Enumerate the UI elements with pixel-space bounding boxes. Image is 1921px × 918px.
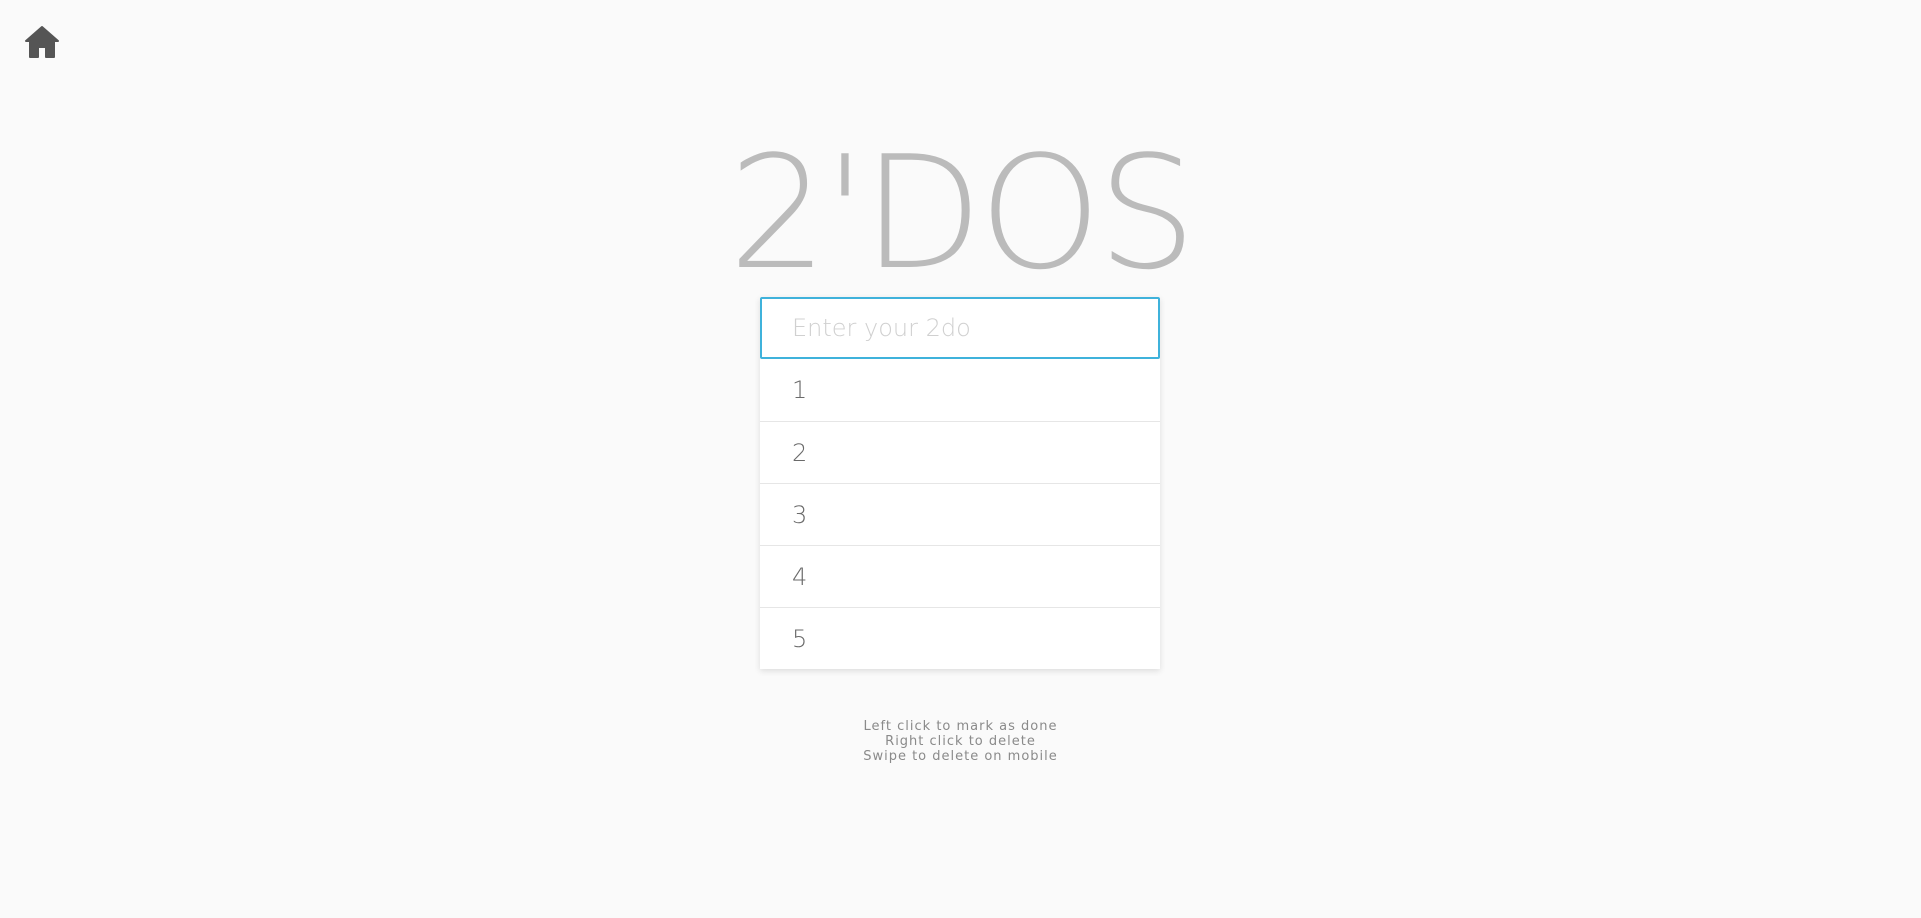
home-button[interactable]: [20, 22, 64, 62]
home-icon: [25, 26, 59, 58]
instruction-mark-done: Left click to mark as done: [863, 719, 1058, 734]
todo-input[interactable]: [760, 297, 1160, 359]
todo-item[interactable]: 1: [760, 359, 1160, 421]
instruction-swipe: Swipe to delete on mobile: [863, 749, 1058, 764]
todo-item[interactable]: 3: [760, 483, 1160, 545]
todo-item[interactable]: 5: [760, 607, 1160, 669]
page: 2'DOS 1 2 3 4 5 Left click to mark as do…: [0, 0, 1921, 918]
todo-item[interactable]: 4: [760, 545, 1160, 607]
todo-panel: 1 2 3 4 5: [760, 297, 1160, 669]
instruction-delete: Right click to delete: [885, 734, 1036, 749]
instructions: Left click to mark as done Right click t…: [0, 719, 1921, 764]
todo-item[interactable]: 2: [760, 421, 1160, 483]
todo-list: 1 2 3 4 5: [760, 359, 1160, 669]
page-title: 2'DOS: [728, 122, 1196, 304]
